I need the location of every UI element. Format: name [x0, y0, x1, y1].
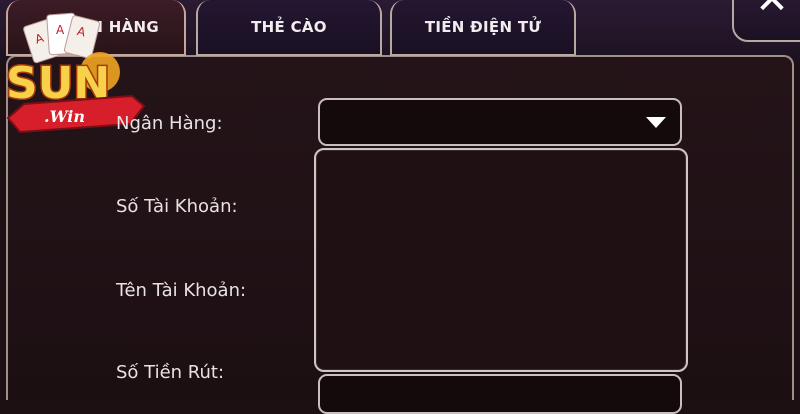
amount-label: Số Tiền Rút: [116, 362, 225, 383]
tab-card-label: THẺ CÀO [251, 18, 327, 36]
bank-dropdown-list[interactable] [314, 148, 688, 372]
tab-card[interactable]: THẺ CÀO [196, 0, 382, 56]
svg-text:A: A [56, 23, 65, 37]
account-name-label: Tên Tài Khoản: [116, 280, 247, 301]
close-icon[interactable]: ✕ [750, 0, 794, 22]
triangle-down-icon[interactable] [646, 117, 666, 128]
tab-crypto[interactable]: TIỀN ĐIỆN TỬ [390, 0, 576, 56]
bank-label: Ngân Hàng: [116, 113, 223, 134]
close-button[interactable]: ✕ [732, 0, 800, 42]
bank-select[interactable] [318, 98, 682, 146]
tab-crypto-label: TIỀN ĐIỆN TỬ [424, 18, 542, 36]
logo-sub-text: .Win [44, 107, 85, 126]
account-number-label: Số Tài Khoản: [116, 196, 238, 217]
amount-field[interactable] [318, 374, 682, 414]
